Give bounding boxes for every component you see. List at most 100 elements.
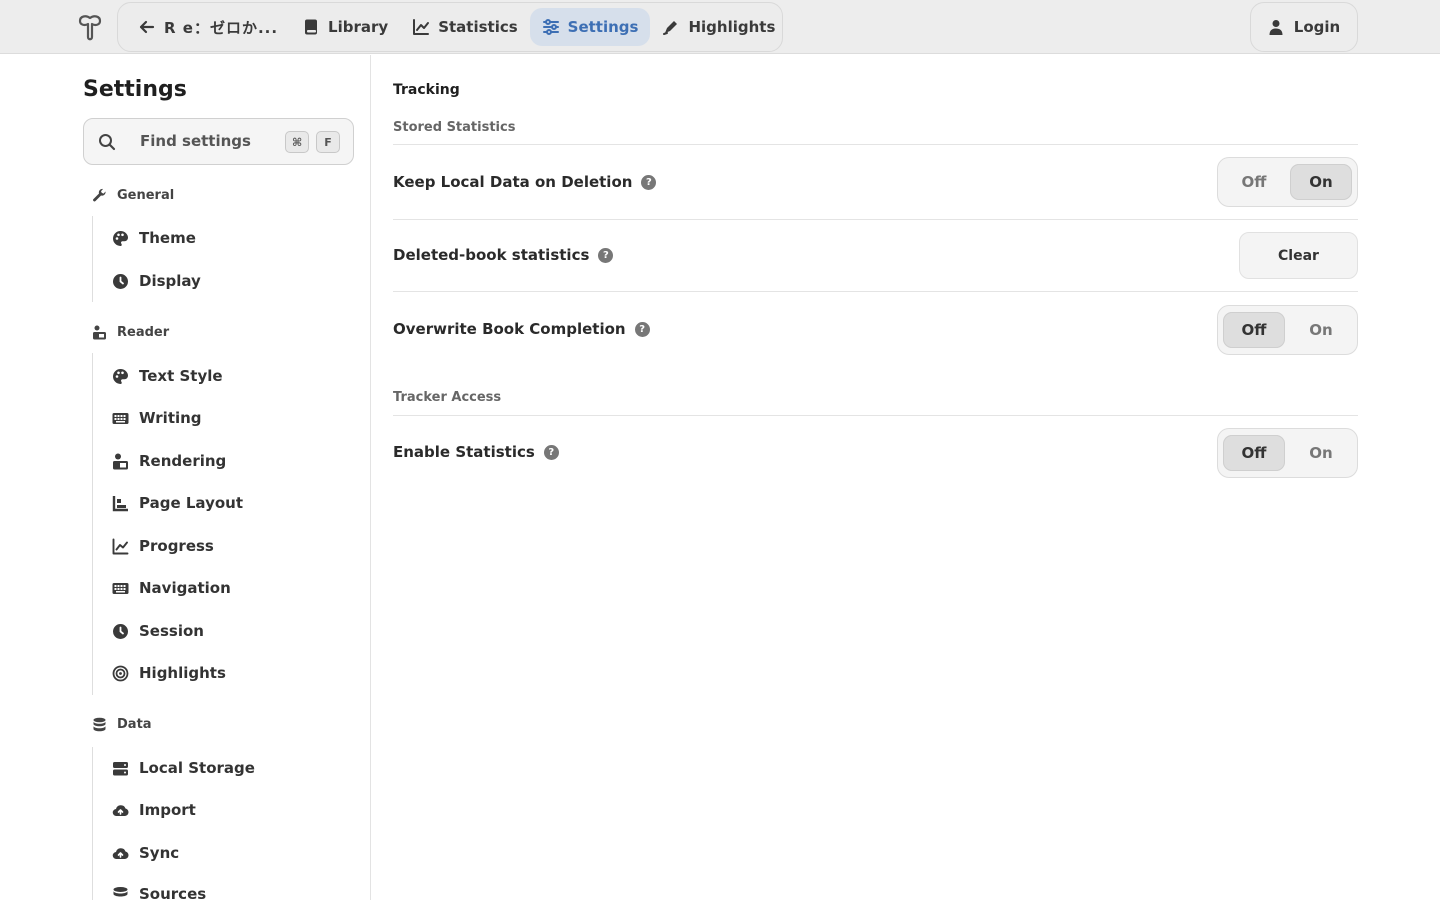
divider (393, 415, 1358, 416)
sidebar-item-sources[interactable]: Sources (112, 885, 206, 900)
app-logo-icon[interactable] (74, 11, 106, 43)
divider (393, 144, 1358, 145)
arrow-left-icon (139, 20, 155, 34)
enable-statistics-toggle: Off On (1217, 428, 1358, 478)
tab-statistics[interactable]: Statistics (400, 8, 529, 46)
sidebar-item-label: Page Layout (139, 494, 243, 512)
reader-icon (93, 325, 106, 340)
sidebar-item-theme[interactable]: Theme (112, 229, 196, 247)
palette-icon (113, 230, 128, 246)
sidebar-item-label: Theme (139, 229, 196, 247)
section-title: Tracking (393, 82, 460, 98)
back-to-book-button[interactable]: R e：ゼロか... (126, 8, 290, 46)
reader-icon (113, 453, 128, 469)
setting-label: Keep Local Data on Deletion ? (393, 173, 657, 191)
clear-button[interactable]: Clear (1239, 232, 1358, 279)
toggle-on-option[interactable]: On (1290, 312, 1352, 348)
sidebar-item-label: Display (139, 272, 201, 290)
login-label: Login (1293, 18, 1341, 36)
sidebar-item-rendering[interactable]: Rendering (112, 452, 226, 470)
keep-local-data-toggle: Off On (1217, 157, 1358, 207)
tab-settings-label: Settings (567, 18, 639, 36)
divider (393, 219, 1358, 220)
sidebar-item-page-layout[interactable]: Page Layout (112, 494, 243, 512)
sidebar-item-highlights[interactable]: Highlights (112, 664, 226, 682)
sidebar-item-import[interactable]: Import (112, 801, 196, 819)
command-key-hint: ⌘ (285, 131, 310, 153)
subsection-title: Tracker Access (393, 390, 502, 405)
toggle-off-option[interactable]: Off (1223, 164, 1285, 200)
book-title: R e：ゼロか... (164, 18, 279, 37)
search-placeholder: Find settings (140, 132, 251, 150)
page-title: Settings (83, 77, 187, 102)
sidebar-item-local-storage[interactable]: Local Storage (112, 759, 255, 777)
target-icon (112, 665, 129, 681)
group-reader-label: Reader (117, 325, 170, 340)
sidebar-item-progress[interactable]: Progress (112, 537, 214, 555)
group-general: General (92, 188, 174, 203)
help-icon[interactable]: ? (634, 321, 650, 337)
database-icon (113, 886, 128, 896)
chart-line-icon (112, 538, 129, 554)
database-icon (93, 717, 106, 732)
top-bar: R e：ゼロか... Library Statistics Settings H… (0, 0, 1440, 54)
divider (92, 747, 93, 900)
divider (393, 291, 1358, 292)
sidebar-item-session[interactable]: Session (112, 622, 204, 640)
sidebar-item-navigation[interactable]: Navigation (112, 579, 231, 597)
tab-highlights[interactable]: Highlights (650, 8, 787, 46)
sidebar-item-label: Session (139, 622, 204, 640)
setting-label-text: Enable Statistics (393, 443, 535, 461)
sidebar-item-label: Sources (139, 885, 207, 900)
toggle-on-option[interactable]: On (1290, 435, 1352, 471)
cloud-upload-icon (112, 804, 129, 816)
search-input[interactable]: Find settings ⌘ F (83, 118, 354, 165)
sliders-icon (542, 19, 559, 35)
sidebar-item-label: Highlights (139, 664, 226, 682)
clock-icon (113, 273, 128, 289)
setting-label: Enable Statistics ? (393, 443, 559, 461)
keyboard-icon (112, 412, 129, 424)
sidebar-item-label: Text Style (139, 367, 223, 385)
chart-line-icon (413, 19, 430, 35)
sidebar-item-text-style[interactable]: Text Style (112, 367, 223, 385)
search-icon (99, 134, 116, 151)
group-reader: Reader (92, 325, 169, 340)
palette-icon (113, 368, 128, 384)
book-icon (305, 19, 318, 35)
sidebar-item-display[interactable]: Display (112, 272, 201, 290)
sidebar-item-label: Sync (139, 844, 180, 862)
toggle-on-option[interactable]: On (1290, 164, 1352, 200)
sidebar-item-label: Progress (139, 537, 214, 555)
tab-settings[interactable]: Settings (529, 8, 651, 46)
toggle-off-option[interactable]: Off (1223, 435, 1285, 471)
setting-label-text: Keep Local Data on Deletion (393, 173, 633, 191)
sidebar-item-writing[interactable]: Writing (112, 409, 202, 427)
tab-library[interactable]: Library (290, 8, 400, 46)
toggle-off-option[interactable]: Off (1223, 312, 1285, 348)
f-key-hint: F (316, 131, 340, 153)
login-button[interactable]: Login (1250, 2, 1358, 52)
overwrite-completion-toggle: Off On (1217, 305, 1358, 355)
wrench-icon (93, 188, 106, 202)
divider (92, 216, 93, 302)
sidebar-item-label: Import (139, 801, 196, 819)
group-general-label: General (117, 188, 175, 203)
setting-label: Overwrite Book Completion ? (393, 320, 650, 338)
setting-label-text: Overwrite Book Completion (393, 320, 626, 338)
help-icon[interactable]: ? (598, 247, 614, 263)
user-icon (1269, 20, 1283, 35)
main-nav: R e：ゼロか... Library Statistics Settings H… (117, 2, 783, 52)
clock-icon (113, 623, 128, 639)
keyboard-icon (112, 582, 129, 594)
sidebar-item-label: Rendering (139, 452, 227, 470)
sidebar-item-sync[interactable]: Sync (112, 844, 179, 862)
layout-icon (112, 495, 128, 511)
settings-sidebar: Settings Find settings ⌘ F General Theme… (0, 55, 371, 900)
help-icon[interactable]: ? (543, 444, 559, 460)
sidebar-item-label: Writing (139, 409, 202, 427)
setting-label: Deleted-book statistics ? (393, 246, 614, 264)
storage-icon (113, 761, 128, 775)
help-icon[interactable]: ? (641, 174, 657, 190)
tab-highlights-label: Highlights (688, 18, 776, 36)
